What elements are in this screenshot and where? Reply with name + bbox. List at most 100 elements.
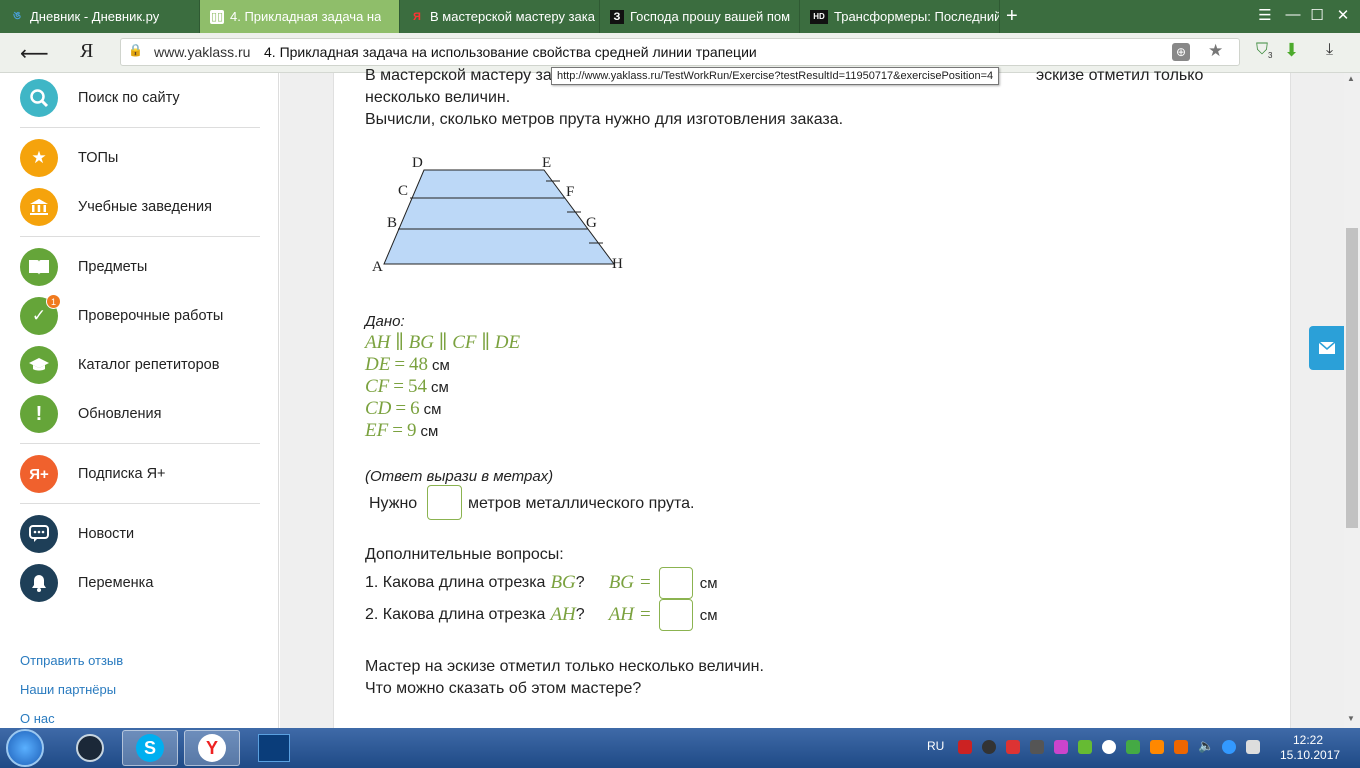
- book-icon: [20, 248, 58, 286]
- ah-answer-input[interactable]: [658, 599, 693, 631]
- blizzard-taskbar-button[interactable]: [246, 730, 302, 766]
- link-tooltip: http://www.yaklass.ru/TestWorkRun/Exerci…: [551, 67, 1000, 85]
- yandex-browser-icon: Y: [198, 734, 226, 762]
- sidebar-item-schools[interactable]: Учебные заведения: [20, 187, 260, 227]
- ya-plus-icon: Я+: [20, 455, 58, 493]
- volume-icon[interactable]: 🔈: [1198, 738, 1214, 754]
- extra-question-ah: 2. Какова длина отрезка AH ? AH = см: [365, 599, 718, 631]
- start-button[interactable]: [6, 729, 44, 767]
- bg-answer-input[interactable]: [658, 567, 693, 599]
- tray-app-icon[interactable]: [1054, 740, 1068, 754]
- extra-question-bg: 1. Какова длина отрезка BG ? BG = см: [365, 567, 718, 599]
- check-icon: ✓ 1: [20, 294, 61, 335]
- sidebar-item-search[interactable]: Поиск по сайту: [20, 78, 260, 118]
- sidebar-divider: [20, 443, 260, 444]
- bookmark-star-icon[interactable]: ★: [1208, 41, 1223, 61]
- blizzard-icon: [258, 734, 290, 762]
- steam-taskbar-button[interactable]: [62, 730, 118, 766]
- feedback-mail-button[interactable]: [1309, 326, 1344, 370]
- tray-app-icon[interactable]: [958, 740, 972, 754]
- main-answer-input[interactable]: [427, 485, 462, 520]
- skype-taskbar-button[interactable]: S: [122, 730, 178, 766]
- tray-app-icon[interactable]: [1006, 740, 1020, 754]
- building-icon: [20, 188, 58, 226]
- tray-app-icon[interactable]: [1078, 740, 1092, 754]
- about-link[interactable]: О нас: [20, 711, 55, 726]
- label-a: A: [372, 259, 383, 275]
- scrollbar-thumb[interactable]: [1346, 228, 1358, 528]
- back-arrow-icon[interactable]: ⟵: [20, 41, 49, 66]
- answer-suffix: метров металлического прута.: [468, 495, 695, 512]
- tab-dnevnik[interactable]: ঙ Дневник - Дневник.ру: [0, 0, 200, 33]
- download-extension-icon[interactable]: ⬇: [1284, 40, 1299, 61]
- yandex-browser-taskbar-button[interactable]: Y: [184, 730, 240, 766]
- chat-icon: [20, 515, 58, 553]
- downloads-icon[interactable]: ⤓: [1326, 41, 1333, 59]
- feedback-link[interactable]: Отправить отзыв: [20, 653, 123, 668]
- given-title: Дано:: [365, 313, 405, 330]
- tray-app-icon[interactable]: [1030, 740, 1044, 754]
- tab-yaklass[interactable]: ▯▯ 4. Прикладная задача на: [200, 0, 400, 33]
- translate-icon[interactable]: ⊕: [1172, 43, 1190, 61]
- label-e: E: [542, 155, 551, 171]
- tray-app-icon[interactable]: [982, 740, 996, 754]
- minimize-button[interactable]: —: [1282, 6, 1304, 23]
- final-question-line1: Мастер на эскизе отметил только нескольк…: [365, 658, 764, 675]
- system-clock[interactable]: 12:22 15.10.2017: [1280, 733, 1340, 763]
- info-icon[interactable]: [1222, 740, 1236, 754]
- problem-intro-line2: несколько величин.: [365, 89, 511, 106]
- tray-app-icon[interactable]: [1102, 740, 1116, 754]
- maximize-button[interactable]: ☐: [1306, 6, 1328, 24]
- protect-shield-icon[interactable]: ⛉ 3: [1256, 41, 1272, 60]
- tab-znanija[interactable]: З Господа прошу вашей пом: [600, 0, 800, 33]
- label-h: H: [612, 256, 623, 272]
- sidebar-item-updates[interactable]: ! Обновления: [20, 394, 260, 434]
- sidebar-divider: [20, 127, 260, 128]
- language-indicator[interactable]: RU: [927, 739, 944, 753]
- url-domain[interactable]: www.yaklass.ru: [154, 44, 250, 60]
- sidebar-item-tutors[interactable]: Каталог репетиторов: [20, 345, 260, 385]
- sidebar-item-news[interactable]: Новости: [20, 514, 260, 554]
- exclamation-icon: !: [20, 395, 58, 433]
- close-button[interactable]: ✕: [1332, 6, 1354, 24]
- skype-icon: S: [136, 734, 164, 762]
- graduation-cap-icon: [20, 346, 58, 384]
- dnevnik-icon: ঙ: [12, 10, 22, 22]
- answer-hint: (Ответ вырази в метрах): [365, 468, 554, 485]
- yandex-logo-icon[interactable]: Я: [80, 40, 93, 63]
- label-f: F: [566, 184, 574, 200]
- new-tab-button[interactable]: +: [1006, 4, 1018, 28]
- sidebar-item-tests[interactable]: ✓ 1 Проверочные работы: [20, 294, 260, 336]
- url-page-title[interactable]: 4. Прикладная задача на использование св…: [264, 44, 757, 60]
- scroll-up-icon[interactable]: ▲: [1347, 74, 1355, 83]
- menu-icon[interactable]: ☰: [1254, 6, 1276, 24]
- answer-prefix: Нужно: [369, 495, 418, 512]
- partners-link[interactable]: Наши партнёры: [20, 682, 116, 697]
- tray-app-icon[interactable]: [1126, 740, 1140, 754]
- mail-icon: [1318, 341, 1335, 354]
- hd-icon: HD: [810, 9, 828, 24]
- bell-icon: [20, 564, 58, 602]
- given-ef: EF = 9 см: [365, 420, 439, 441]
- tray-app-icon[interactable]: [1174, 740, 1188, 754]
- star-icon: ★: [20, 139, 58, 177]
- sidebar-item-tops[interactable]: ★ ТОПы: [20, 138, 260, 178]
- label-g: G: [586, 215, 597, 231]
- sidebar-item-break[interactable]: Переменка: [20, 563, 260, 603]
- problem-task: Вычисли, сколько метров прута нужно для …: [365, 111, 844, 128]
- sidebar-item-subscription[interactable]: Я+ Подписка Я+: [20, 454, 260, 494]
- scroll-down-icon[interactable]: ▼: [1347, 714, 1355, 723]
- sidebar-item-subjects[interactable]: Предметы: [20, 247, 260, 287]
- tray-app-icon[interactable]: [1150, 740, 1164, 754]
- tab-transformers[interactable]: HD Трансформеры: Последний: [800, 0, 1000, 33]
- steam-icon: [76, 734, 104, 762]
- lock-icon[interactable]: 🔒: [128, 43, 143, 57]
- tab-yandex[interactable]: Я В мастерской мастеру зака: [400, 0, 600, 33]
- network-icon[interactable]: [1246, 740, 1260, 754]
- yandex-icon: Я: [413, 10, 421, 23]
- label-b: B: [387, 215, 397, 231]
- final-question-line2: Что можно сказать об этом мастере?: [365, 680, 642, 697]
- znanija-icon: З: [610, 9, 624, 24]
- parallel-statement: AH ∥ BG ∥ CF ∥ DE: [365, 332, 521, 353]
- label-d: D: [412, 155, 423, 171]
